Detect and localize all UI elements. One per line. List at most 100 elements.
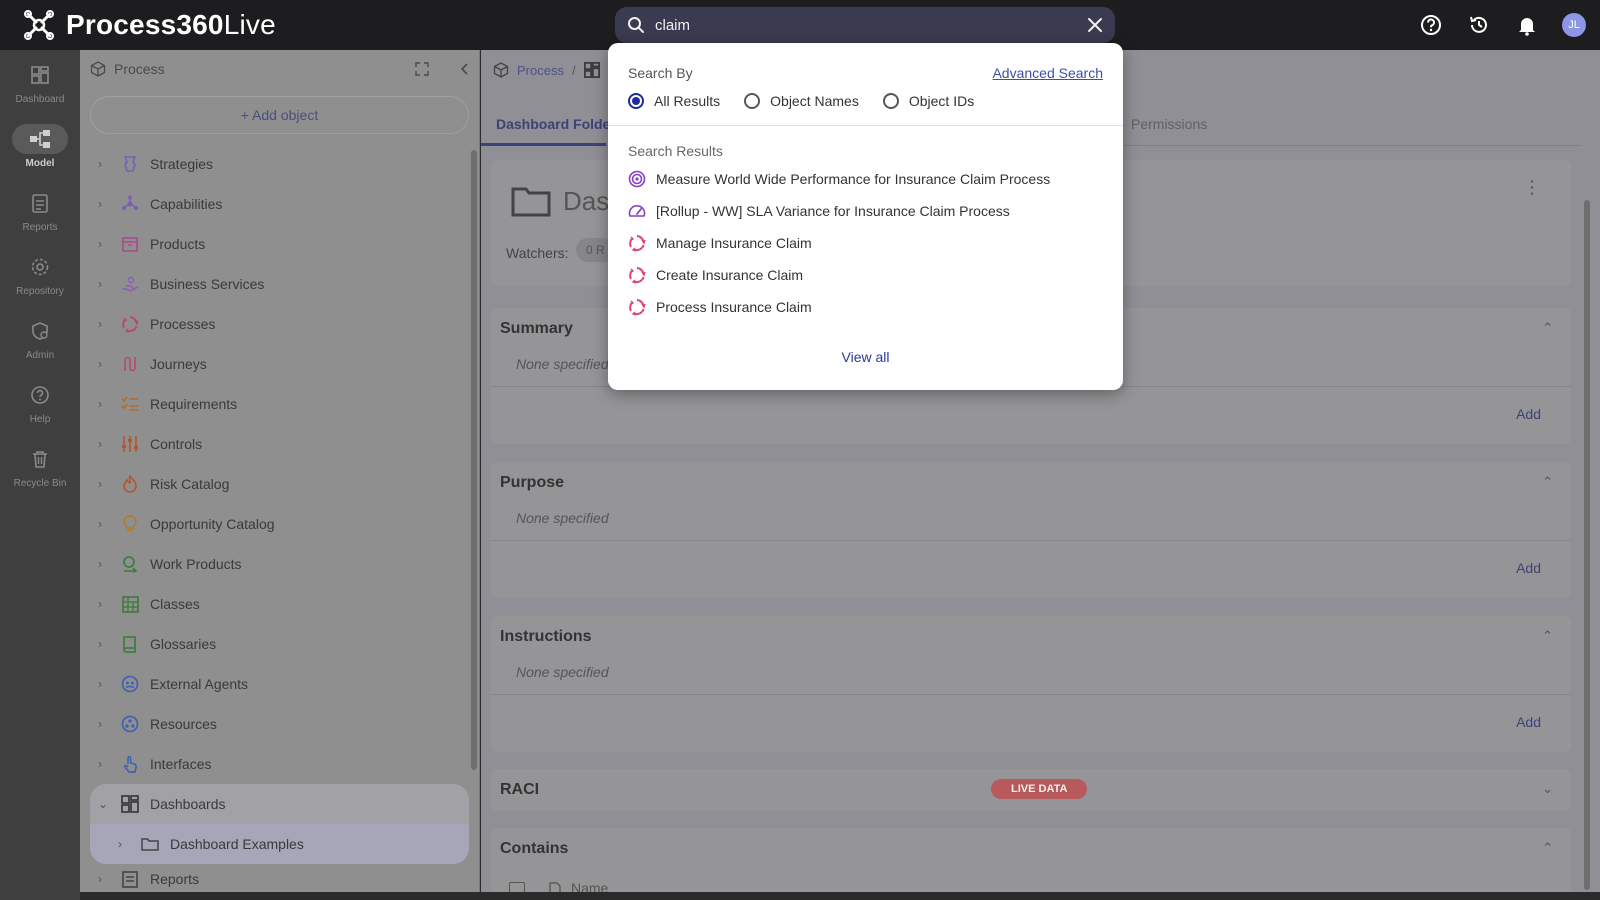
select-all-checkbox[interactable]: [509, 882, 525, 892]
tree-item-journeys[interactable]: › Journeys: [80, 344, 479, 384]
instructions-add-button[interactable]: Add: [1516, 714, 1541, 730]
chevron-right-icon[interactable]: ›: [98, 277, 110, 291]
tree-item-resources[interactable]: › Resources: [80, 704, 479, 744]
app-logo[interactable]: Process360Live: [22, 8, 276, 42]
tree-item-glossaries[interactable]: › Glossaries: [80, 624, 479, 664]
rail-recycle-bin[interactable]: Recycle Bin: [0, 434, 80, 498]
breadcrumb-process[interactable]: Process: [517, 63, 564, 78]
expand-icon[interactable]: [415, 62, 429, 76]
tree-item-strategies[interactable]: › Strategies: [80, 144, 479, 184]
chevron-down-icon[interactable]: ⌄: [98, 797, 110, 811]
chevron-right-icon[interactable]: ›: [98, 677, 110, 691]
chevron-right-icon[interactable]: ›: [98, 597, 110, 611]
more-options-icon[interactable]: ⋮: [1523, 178, 1541, 196]
main-scrollbar[interactable]: [1584, 200, 1590, 890]
rail-model[interactable]: Model: [0, 114, 80, 178]
tree-item-dashboards[interactable]: ⌄ Dashboards: [90, 784, 469, 824]
rail-reports[interactable]: Reports: [0, 178, 80, 242]
notifications-bell-icon[interactable]: [1514, 12, 1540, 38]
tree-item-work-products[interactable]: › Work Products: [80, 544, 479, 584]
tree-title: Process: [114, 61, 165, 77]
chevron-right-icon[interactable]: ›: [98, 317, 110, 331]
chevron-right-icon[interactable]: ›: [98, 872, 110, 886]
tree-item-risk-catalog[interactable]: › Risk Catalog: [80, 464, 479, 504]
tree-item-processes[interactable]: › Processes: [80, 304, 479, 344]
requirements-icon: [120, 394, 140, 414]
tree-item-reports[interactable]: › Reports: [80, 864, 479, 894]
target-icon: [628, 170, 646, 188]
search-dropdown: Search By Advanced Search All Results Ob…: [608, 43, 1123, 390]
advanced-search-link[interactable]: Advanced Search: [992, 65, 1103, 81]
gauge-icon: [628, 202, 646, 220]
capabilities-icon: [120, 194, 140, 214]
document-icon: [549, 882, 561, 892]
radio-all-results[interactable]: All Results: [628, 93, 720, 109]
collapse-panel-icon[interactable]: [459, 62, 469, 76]
column-name-header[interactable]: Name: [571, 880, 608, 892]
chevron-up-icon[interactable]: ⌃: [1542, 628, 1553, 644]
divider: [491, 540, 1571, 541]
rail-dashboard[interactable]: Dashboard: [0, 50, 80, 114]
search-result-item[interactable]: Create Insurance Claim: [628, 266, 803, 284]
search-result-item[interactable]: Manage Insurance Claim: [628, 234, 812, 252]
radio-circle[interactable]: [882, 93, 899, 109]
tree-item-external-agents[interactable]: › External Agents: [80, 664, 479, 704]
help-icon[interactable]: [1418, 12, 1444, 38]
tab-dashboard-folder[interactable]: Dashboard Folde: [496, 116, 610, 132]
chevron-right-icon[interactable]: ›: [98, 757, 110, 771]
tree-item-classes[interactable]: › Classes: [80, 584, 479, 624]
tree-item-business-services[interactable]: › Business Services: [80, 264, 479, 304]
chevron-up-icon[interactable]: ⌃: [1542, 840, 1553, 856]
purpose-add-button[interactable]: Add: [1516, 560, 1541, 576]
chevron-right-icon[interactable]: ›: [98, 717, 110, 731]
tab-permissions[interactable]: Permissions: [1131, 116, 1207, 132]
tree-item-opportunity-catalog[interactable]: › Opportunity Catalog: [80, 504, 479, 544]
summary-add-button[interactable]: Add: [1516, 406, 1541, 422]
radio-circle[interactable]: [744, 93, 761, 109]
view-all-link[interactable]: View all: [608, 349, 1123, 365]
clear-search-icon[interactable]: [1087, 17, 1103, 33]
chevron-right-icon[interactable]: ›: [98, 157, 110, 171]
search-result-item[interactable]: Measure World Wide Performance for Insur…: [628, 170, 1050, 188]
tree-item-dashboard-examples[interactable]: › Dashboard Examples: [90, 824, 469, 864]
rail-help[interactable]: Help: [0, 370, 80, 434]
user-avatar[interactable]: JL: [1562, 13, 1586, 37]
chevron-right-icon[interactable]: ›: [98, 477, 110, 491]
chevron-right-icon[interactable]: ›: [98, 357, 110, 371]
search-result-item[interactable]: Process Insurance Claim: [628, 298, 812, 316]
left-rail: Dashboard Model Reports Repository Admin…: [0, 50, 80, 900]
search-result-item[interactable]: [Rollup - WW] SLA Variance for Insurance…: [628, 202, 1010, 220]
global-search[interactable]: [615, 7, 1115, 43]
search-scope-radios: All Results Object Names Object IDs: [628, 93, 974, 109]
chevron-right-icon[interactable]: ›: [98, 197, 110, 211]
radio-circle[interactable]: [628, 93, 644, 109]
rail-repository[interactable]: Repository: [0, 242, 80, 306]
raci-card[interactable]: RACI LIVE DATA ⌄: [491, 769, 1571, 811]
chevron-right-icon[interactable]: ›: [98, 397, 110, 411]
tree-item-controls[interactable]: › Controls: [80, 424, 479, 464]
add-object-button[interactable]: + Add object: [90, 96, 469, 134]
tree-item-products[interactable]: › Products: [80, 224, 479, 264]
rail-admin[interactable]: Admin: [0, 306, 80, 370]
lightbulb-icon: [120, 514, 140, 534]
radio-object-ids[interactable]: Object IDs: [882, 93, 974, 109]
tree-item-interfaces[interactable]: › Interfaces: [80, 744, 479, 784]
chevron-right-icon[interactable]: ›: [98, 237, 110, 251]
chevron-right-icon[interactable]: ›: [98, 557, 110, 571]
chevron-right-icon[interactable]: ›: [98, 517, 110, 531]
tree-item-requirements[interactable]: › Requirements: [80, 384, 479, 424]
tree-scrollbar[interactable]: [471, 150, 477, 770]
chevron-right-icon[interactable]: ›: [118, 837, 130, 851]
chevron-right-icon[interactable]: ›: [98, 637, 110, 651]
chevron-up-icon[interactable]: ⌃: [1542, 474, 1553, 490]
chevron-up-icon[interactable]: ⌃: [1542, 320, 1553, 336]
tree-item-capabilities[interactable]: › Capabilities: [80, 184, 479, 224]
external-agents-icon: [120, 674, 140, 694]
history-icon[interactable]: [1466, 12, 1492, 38]
process-cycle-icon: [628, 298, 646, 316]
search-input[interactable]: [655, 16, 1087, 34]
chevron-right-icon[interactable]: ›: [98, 437, 110, 451]
search-results-label: Search Results: [628, 143, 723, 159]
radio-object-names[interactable]: Object Names: [744, 93, 859, 109]
chevron-down-icon[interactable]: ⌄: [1542, 781, 1553, 797]
